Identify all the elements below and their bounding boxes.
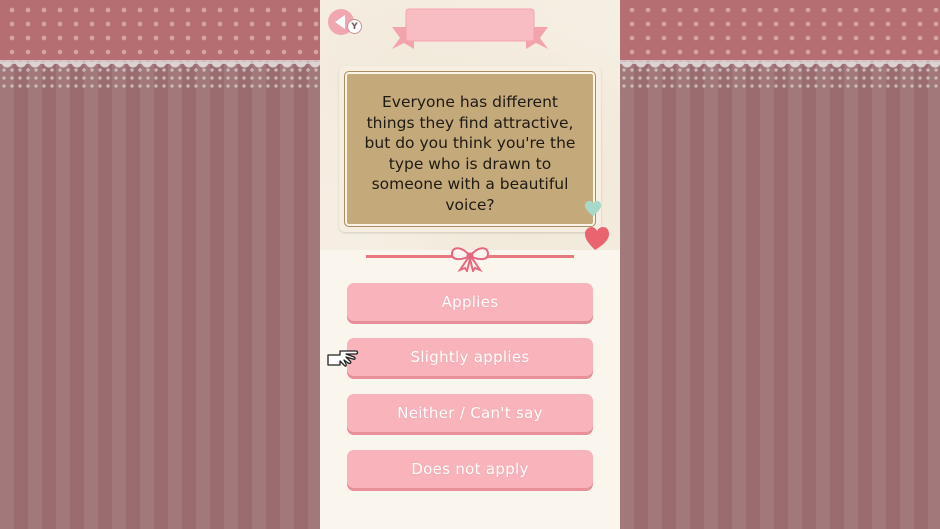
option-does-not-apply-button[interactable]: Does not apply: [347, 450, 593, 488]
polka-dot-band: [0, 0, 320, 62]
question-line: voice?: [445, 195, 495, 214]
question-card: Everyone has different things they find …: [339, 66, 601, 232]
question-text: Everyone has different things they find …: [357, 92, 583, 215]
y-button-badge: Y: [347, 19, 362, 34]
red-heart-icon: [585, 227, 609, 250]
left-wallpaper: [0, 0, 320, 529]
lace-trim: [620, 56, 940, 88]
question-line: Everyone has different: [382, 93, 558, 111]
mint-heart-icon: [584, 200, 602, 217]
right-wallpaper: [620, 0, 940, 529]
option-neither-button[interactable]: Neither / Can't say: [347, 394, 593, 432]
question-line: but do you think you're the: [364, 134, 576, 152]
hand-pointer-icon: [327, 350, 359, 367]
lace-trim: [0, 56, 320, 88]
back-arrow-icon: [334, 15, 345, 29]
question-frame: Everyone has different things they find …: [344, 71, 596, 227]
option-applies-button[interactable]: Applies: [347, 283, 593, 321]
title-ribbon: [392, 8, 548, 49]
question-line: someone with a beautiful: [371, 175, 569, 193]
question-line: things they find attractive,: [366, 113, 574, 132]
bow-icon: [450, 247, 490, 272]
polka-dot-band: [620, 0, 940, 62]
question-line: type who is drawn to: [388, 154, 552, 173]
option-slightly-applies-button[interactable]: Slightly applies: [347, 338, 593, 376]
